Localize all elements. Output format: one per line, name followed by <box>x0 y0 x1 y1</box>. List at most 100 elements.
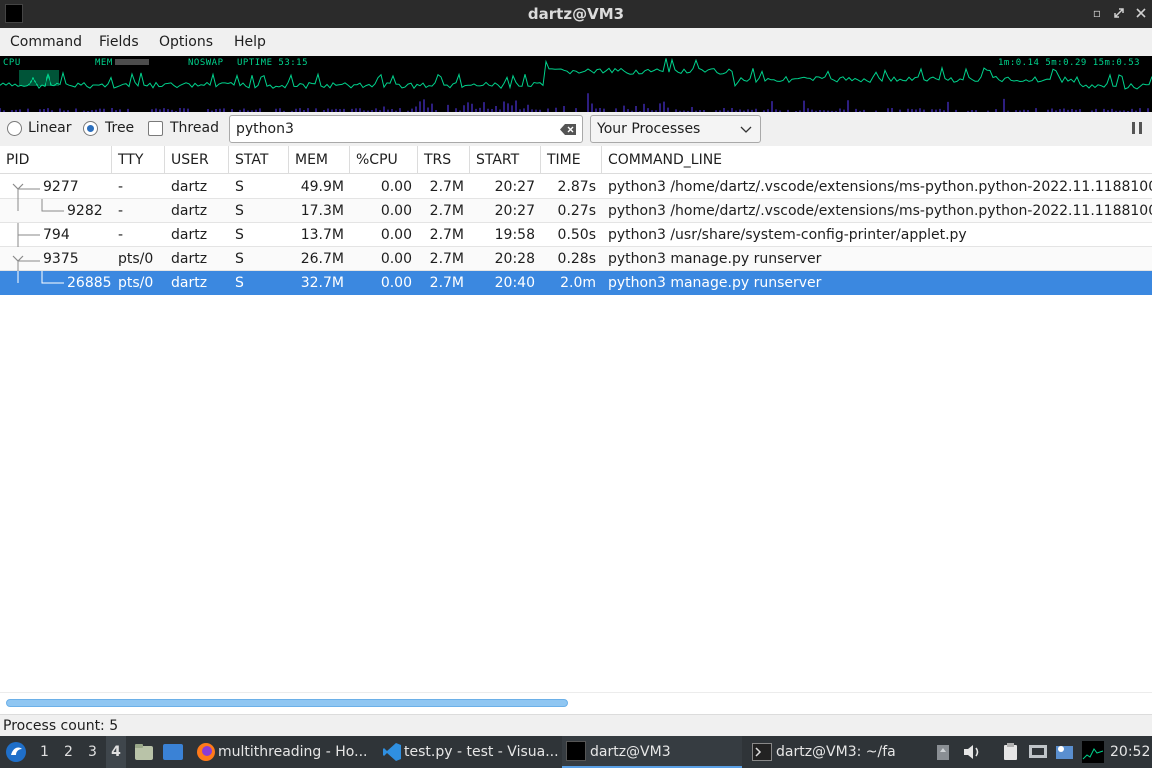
resource-graph: CPU MEM NOSWAP UPTIME 53:15 1m:0.14 5m:0… <box>0 56 1152 112</box>
tree-radio[interactable] <box>83 121 98 136</box>
close-icon[interactable] <box>1134 6 1148 20</box>
desktop-icon[interactable] <box>162 743 184 761</box>
task-terminal-active[interactable]: dartz@VM3 <box>562 736 742 768</box>
graph-label-loadavg: 1m:0.14 5m:0.29 15m:0.53 <box>998 58 1141 68</box>
system-monitor-tray-icon[interactable] <box>1082 741 1104 763</box>
graph-label-swap: NOSWAP <box>188 58 224 68</box>
linear-radio[interactable] <box>7 121 22 136</box>
task-firefox-label: multithreading - Ho... <box>218 744 368 760</box>
menu-help[interactable]: Help <box>234 34 266 50</box>
col-header-start[interactable]: START <box>470 146 541 174</box>
horizontal-scrollbar-thumb[interactable] <box>6 699 568 707</box>
linear-label[interactable]: Linear <box>28 120 72 136</box>
menu-fields[interactable]: Fields <box>99 34 139 50</box>
cell-cpu: 0.00 <box>380 227 412 243</box>
cell-tty: pts/0 <box>118 251 154 267</box>
tree-label[interactable]: Tree <box>105 120 134 136</box>
col-header-cpu[interactable]: %CPU <box>350 146 418 174</box>
cell-start: 20:27 <box>494 179 535 195</box>
cell-user: dartz <box>171 179 208 195</box>
cell-stat: S <box>235 275 244 291</box>
cell-user: dartz <box>171 227 208 243</box>
process-filter-dropdown[interactable]: Your Processes <box>590 115 761 143</box>
col-header-tty[interactable]: TTY <box>112 146 165 174</box>
minimize-icon[interactable]: ▫ <box>1090 6 1104 20</box>
col-header-time[interactable]: TIME <box>541 146 602 174</box>
task-firefox[interactable]: multithreading - Ho... <box>192 736 372 768</box>
firefox-icon <box>197 743 215 761</box>
cell-stat: S <box>235 227 244 243</box>
cell-mem: 32.7M <box>300 275 344 291</box>
menu-options[interactable]: Options <box>159 34 213 50</box>
cell-user: dartz <box>171 203 208 219</box>
task-vscode[interactable]: test.py - test - Visua... <box>378 736 559 768</box>
workspace-4[interactable]: 4 <box>106 736 126 768</box>
cell-cmd: python3 /home/dartz/.vscode/extensions/m… <box>608 179 1152 195</box>
col-header-trs[interactable]: TRS <box>418 146 470 174</box>
table-row[interactable]: 9375 pts/0 dartz S 26.7M 0.00 2.7M 20:28 0.28s py… <box>0 247 1152 271</box>
cell-mem: 13.7M <box>300 227 344 243</box>
col-header-command-line[interactable]: COMMAND_LINE <box>602 146 1152 174</box>
task-terminal-2[interactable]: dartz@VM3: ~/fa <box>748 736 918 768</box>
cell-time: 0.28s <box>557 251 596 267</box>
cell-user: dartz <box>171 275 208 291</box>
clear-search-icon[interactable] <box>560 124 576 135</box>
cell-trs: 2.7M <box>429 179 464 195</box>
cell-tty: - <box>118 227 124 243</box>
cell-cpu: 0.00 <box>380 179 412 195</box>
cell-trs: 2.7M <box>429 227 464 243</box>
window-title: dartz@VM3 <box>527 5 625 23</box>
cell-start: 20:28 <box>494 251 535 267</box>
menu-bar: Command Fields Options Help <box>0 28 1152 56</box>
col-header-stat[interactable]: STAT <box>229 146 289 174</box>
network-icon[interactable] <box>1028 743 1048 761</box>
graph-label-cpu: CPU <box>3 58 21 68</box>
search-field[interactable] <box>229 115 583 143</box>
task-terminal-label: dartz@VM3 <box>590 744 671 760</box>
col-header-pid[interactable]: PID <box>0 146 112 174</box>
col-header-mem[interactable]: MEM <box>289 146 350 174</box>
pause-icon[interactable] <box>1131 122 1143 136</box>
cell-time: 0.50s <box>557 227 596 243</box>
workspace-3[interactable]: 3 <box>88 744 97 760</box>
cell-start: 20:27 <box>494 203 535 219</box>
search-input[interactable] <box>236 120 556 138</box>
cell-cpu: 0.00 <box>380 203 412 219</box>
cell-cpu: 0.00 <box>380 275 412 291</box>
clipboard-icon[interactable] <box>1001 743 1021 761</box>
cell-user: dartz <box>171 251 208 267</box>
update-notifier-icon[interactable] <box>1055 743 1075 761</box>
thread-checkbox[interactable] <box>148 121 163 136</box>
table-row[interactable]: 9282- dartz S 17.3M 0.00 2.7M 20:27 0.27s python… <box>0 199 1152 223</box>
task-vscode-label: test.py - test - Visua... <box>404 744 559 760</box>
lock-screen-icon[interactable] <box>936 743 950 761</box>
workspace-2[interactable]: 2 <box>64 744 73 760</box>
cell-tty: - <box>118 203 124 219</box>
cell-cmd: python3 manage.py runserver <box>608 251 822 267</box>
cell-trs: 2.7M <box>429 251 464 267</box>
table-row[interactable]: 26885 pts/0 dartz S 32.7M 0.00 2.7M 20:40 2.0m py… <box>0 271 1152 295</box>
start-menu-icon[interactable] <box>5 741 27 763</box>
process-table-header: PID TTY USER STAT MEM %CPU TRS START TIM… <box>0 146 1152 174</box>
graph-label-uptime: UPTIME 53:15 <box>237 58 309 68</box>
title-bar: dartz@VM3 ▫ <box>0 0 1152 28</box>
col-header-user[interactable]: USER <box>165 146 229 174</box>
usage-graph-svg <box>0 57 1152 112</box>
cell-trs: 2.7M <box>429 275 464 291</box>
cell-stat: S <box>235 203 244 219</box>
menu-command[interactable]: Command <box>10 34 82 50</box>
process-count-text: Process count: 5 <box>3 718 119 734</box>
chevron-down-icon <box>740 126 752 133</box>
table-row[interactable]: 9277 - dartz S 49.9M 0.00 2.7M 20:27 2.87s python… <box>0 175 1152 199</box>
table-row[interactable]: 794 - dartz S 13.7M 0.00 2.7M 19:58 0.50s python3… <box>0 223 1152 247</box>
workspace-1[interactable]: 1 <box>40 744 49 760</box>
cell-pid: 9375 <box>43 251 79 267</box>
cell-start: 20:40 <box>494 275 535 291</box>
terminal-icon <box>566 741 586 761</box>
cell-time: 2.87s <box>557 179 596 195</box>
restore-icon[interactable] <box>1112 6 1126 20</box>
status-bar: Process count: 5 <box>0 714 1152 736</box>
file-manager-icon[interactable] <box>134 743 154 761</box>
volume-icon[interactable] <box>962 743 982 761</box>
thread-label[interactable]: Thread <box>170 120 219 136</box>
